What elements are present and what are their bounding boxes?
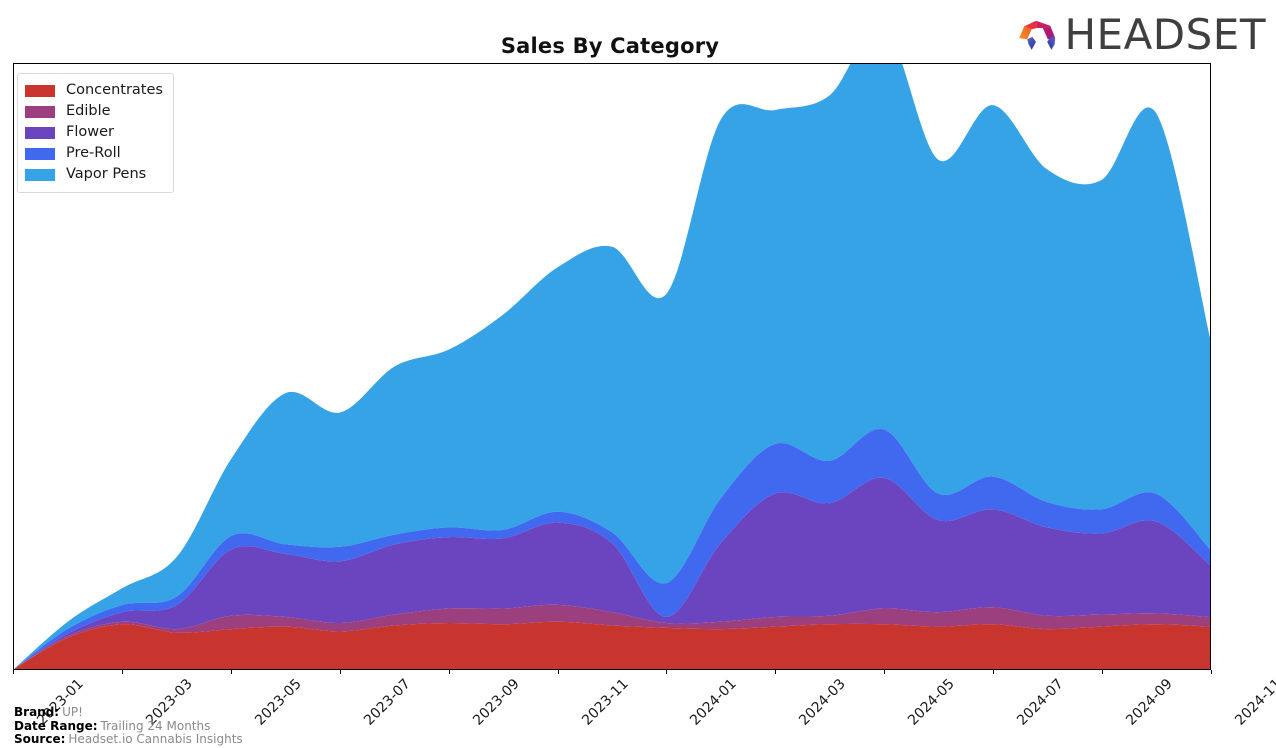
footer-key: Source: [14, 732, 66, 747]
footer-value: UP! [62, 705, 83, 719]
x-axis-tick-mark [775, 670, 777, 674]
x-axis-tick-mark [1102, 670, 1104, 674]
footer-value: Trailing 24 Months [100, 718, 211, 733]
legend-item-label: Flower [66, 124, 114, 141]
legend-item-pre-roll[interactable]: Pre-Roll [25, 143, 163, 164]
legend-item-label: Concentrates [66, 82, 163, 99]
x-tick-label: 2024-01 [687, 676, 741, 729]
legend-swatch-icon [25, 168, 55, 181]
footer-row-date-range: Date Range: Trailing 24 Months [14, 718, 243, 734]
x-axis-tick-mark [13, 670, 14, 674]
stacked-area-chart [14, 64, 1210, 669]
x-tick-label: 2024-05 [905, 676, 959, 729]
footer-row-brand: Brand: UP! [14, 705, 243, 720]
legend-swatch-icon [25, 84, 55, 97]
x-tick-label: 2024-07 [1014, 676, 1067, 729]
x-axis-tick-mark [993, 670, 995, 674]
x-axis-tick-mark [666, 670, 668, 674]
footer-key: Brand: [14, 705, 60, 719]
legend-item-label: Edible [66, 103, 111, 120]
footer-key: Date Range: [14, 718, 98, 733]
logo-wordmark: HEADSET [1064, 10, 1266, 59]
legend-swatch-icon [25, 126, 55, 139]
x-axis-tick-mark [230, 670, 232, 674]
x-axis-tick-mark [1211, 670, 1212, 674]
x-axis-tick-mark [884, 670, 886, 674]
legend-item-label: Pre-Roll [66, 145, 121, 162]
x-axis-tick-mark [557, 670, 559, 674]
x-tick-label: 2024-03 [796, 676, 850, 729]
x-tick-label: 2024-09 [1123, 676, 1176, 729]
x-tick-label: 2024-11 [1232, 676, 1276, 729]
x-tick-label: 2023-07 [360, 676, 414, 729]
chart-legend: Concentrates Edible Flower Pre-Roll Vapor Pe… [17, 73, 174, 193]
footer-value: Headset.io Cannabis Insights [68, 732, 243, 747]
legend-item-edible[interactable]: Edible [25, 101, 163, 122]
legend-swatch-icon [25, 147, 55, 160]
chart-plot-area: Concentrates Edible Flower Pre-Roll Vapor Pe… [13, 63, 1211, 670]
x-tick-label: 2023-05 [251, 676, 305, 729]
legend-swatch-icon [25, 105, 55, 118]
headset-hexagon-icon [1019, 20, 1056, 50]
footer-row-source: Source: Headset.io Cannabis Insights [14, 732, 243, 747]
x-axis-tick-mark [121, 670, 123, 674]
legend-item-concentrates[interactable]: Concentrates [25, 80, 163, 101]
x-axis-tick-mark [339, 670, 341, 674]
headset-logo: HEADSET [1018, 8, 1266, 62]
x-axis-tick-mark [448, 670, 450, 674]
x-tick-label: 2023-11 [578, 676, 632, 729]
x-tick-label: 2023-09 [469, 676, 523, 729]
legend-item-vapor-pens[interactable]: Vapor Pens [25, 164, 163, 185]
chart-footer: Brand: UP! Date Range: Trailing 24 Months So… [14, 705, 243, 747]
legend-item-flower[interactable]: Flower [25, 122, 163, 143]
legend-item-label: Vapor Pens [66, 166, 147, 183]
